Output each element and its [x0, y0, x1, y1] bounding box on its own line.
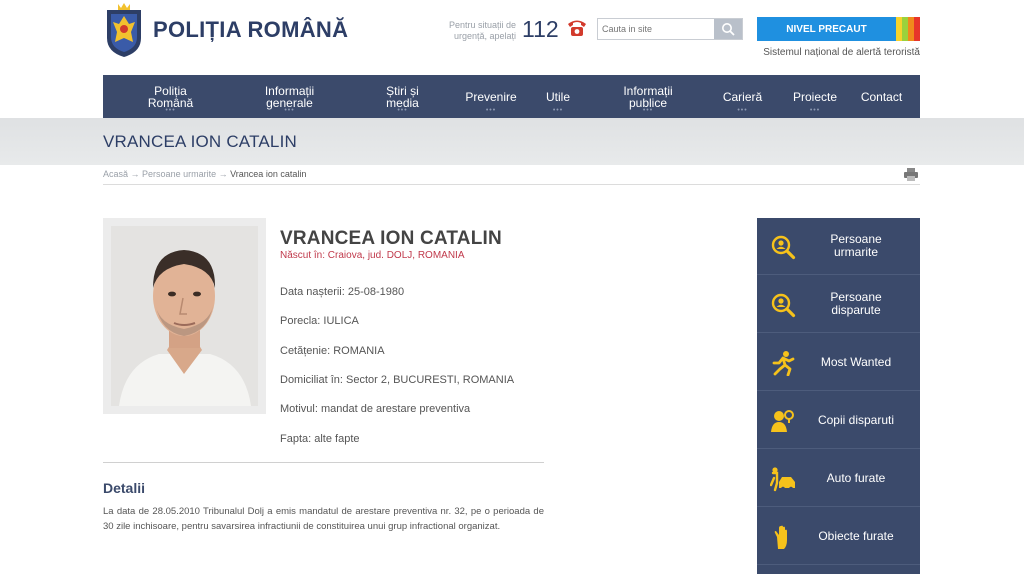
- side-label-line2: disparute: [831, 303, 881, 317]
- side-item-label: Most Wanted: [820, 354, 892, 369]
- page: POLIȚIA ROMÂNĂ Pentru situații de urgenț…: [0, 0, 1024, 574]
- person-nickname: Porecla: IULICA: [280, 315, 359, 327]
- side-item-persoane-urmarite[interactable]: Persoane urmarite: [757, 218, 920, 275]
- car-thief-icon: [770, 467, 795, 492]
- person-portrait: [111, 226, 258, 406]
- details-heading: Detalii: [103, 480, 146, 496]
- emergency-note-line2: urgență, apelați: [453, 31, 516, 41]
- alert-level-button[interactable]: NIVEL PRECAUT: [757, 17, 920, 41]
- person-domicile: Domiciliat în: Sector 2, BUCURESTI, ROMA…: [280, 374, 515, 386]
- nav-dots: •••: [397, 107, 408, 114]
- breadcrumb-section[interactable]: Persoane urmarite: [142, 169, 216, 179]
- nav-dots: •••: [809, 107, 821, 114]
- nav-item-informatii-generale[interactable]: Informații generale •••: [238, 75, 341, 118]
- side-item-label: Copii disparuti: [817, 412, 895, 427]
- nav-item-informatii-publice[interactable]: Informații publice •••: [598, 75, 698, 118]
- breadcrumb: Acasă → Persoane urmarite → Vrancea ion …: [103, 169, 306, 179]
- side-menu: Persoane urmarite Persoane disparute Most …: [757, 218, 920, 574]
- magnifier-person-icon: [771, 235, 796, 260]
- page-title: VRANCEA ION CATALIN: [103, 132, 297, 151]
- nav-label: Proiecte: [792, 89, 838, 104]
- side-item-label: Auto furate: [826, 470, 886, 485]
- person-birthplace: Născut în: Craiova, jud. DOLJ, ROMANIA: [280, 250, 465, 261]
- nav-item-prevenire[interactable]: Prevenire •••: [464, 75, 518, 118]
- alert-bar-red: [914, 17, 920, 41]
- nav-dots: •••: [284, 107, 295, 114]
- nav-dots: •••: [737, 107, 748, 114]
- nav-label: Carieră: [722, 89, 763, 104]
- nav-label-line1: Poliția: [154, 83, 187, 98]
- alert-subtitle: Sistemul național de alertă teroristă: [763, 47, 920, 58]
- coat-of-arms-icon: [107, 3, 141, 57]
- person-name: VRANCEA ION CATALIN: [280, 228, 502, 249]
- search-icon: [722, 23, 735, 36]
- breadcrumb-home[interactable]: Acasă: [103, 169, 128, 179]
- nav-label-line1: Știri și: [386, 83, 419, 98]
- divider: [103, 184, 920, 185]
- side-item-label: Obiecte furate: [818, 528, 894, 543]
- search-box: [597, 18, 743, 40]
- nav-label: Prevenire: [465, 89, 517, 104]
- side-item-label: Persoane urmarite: [801, 233, 911, 259]
- side-item-auto-furate[interactable]: Auto furate: [757, 450, 920, 507]
- side-item-label: Persoane disparute: [801, 291, 911, 317]
- nav-item-stiri-media[interactable]: Știri și media •••: [341, 75, 464, 118]
- magnifier-person-icon: [771, 293, 796, 318]
- person-birth-date: Data nașterii: 25-08-1980: [280, 286, 405, 298]
- nav-label-line1: Informații: [264, 83, 315, 98]
- children-icon: [771, 410, 794, 432]
- logo-text: POLIȚIA ROMÂNĂ: [153, 17, 349, 42]
- nav-label-line1: Informații: [623, 83, 673, 98]
- main-nav: Poliția Română ••• Informații generale •••…: [103, 75, 920, 118]
- nav-label: Utile: [545, 89, 570, 104]
- side-item-obiecte-furate[interactable]: Obiecte furate: [757, 508, 920, 565]
- side-label-line2: urmarite: [833, 245, 878, 259]
- person-citizenship: Cetățenie: ROMANIA: [280, 345, 385, 357]
- nav-dots: •••: [552, 107, 564, 114]
- nav-item-proiecte[interactable]: Proiecte •••: [787, 75, 843, 118]
- emergency-note: Pentru situații de urgență, apelați: [436, 20, 516, 42]
- running-man-icon: [772, 351, 795, 376]
- details-text: La data de 28.05.2010 Tribunalul Dolj a …: [103, 506, 544, 532]
- phone-icon: [568, 20, 586, 36]
- hand-icon: [774, 525, 787, 549]
- nav-dots: •••: [642, 107, 654, 114]
- site-logo[interactable]: POLIȚIA ROMÂNĂ: [103, 2, 348, 58]
- title-band: VRANCEA ION CATALIN: [0, 118, 1024, 165]
- nav-item-politia-romana[interactable]: Poliția Română •••: [103, 75, 238, 118]
- search-input[interactable]: [598, 19, 714, 39]
- side-item-most-wanted[interactable]: Most Wanted: [757, 334, 920, 391]
- person-reason: Motivul: mandat de arestare preventiva: [280, 403, 471, 415]
- alert-level-label: NIVEL PRECAUT: [757, 17, 896, 41]
- side-item-copii-disparuti[interactable]: Copii disparuti: [757, 392, 920, 449]
- breadcrumb-separator: →: [218, 169, 228, 179]
- person-photo: [103, 218, 266, 414]
- divider: [103, 462, 544, 463]
- nav-item-utile[interactable]: Utile •••: [518, 75, 598, 118]
- print-icon[interactable]: [904, 168, 918, 181]
- emergency-number: 112: [522, 16, 559, 42]
- person-offense: Fapta: alte fapte: [280, 433, 360, 445]
- emergency-note-line1: Pentru situații de: [448, 20, 516, 30]
- breadcrumb-separator: →: [130, 169, 140, 179]
- nav-item-contact[interactable]: Contact: [843, 75, 920, 118]
- breadcrumb-current: Vrancea ion catalin: [230, 169, 307, 179]
- search-button[interactable]: [714, 19, 742, 39]
- nav-item-cariera[interactable]: Carieră •••: [698, 75, 787, 118]
- nav-dots: •••: [485, 107, 497, 114]
- side-item-persoane-disparute[interactable]: Persoane disparute: [757, 276, 920, 333]
- nav-dots: •••: [165, 107, 176, 114]
- nav-label: Contact: [860, 89, 903, 104]
